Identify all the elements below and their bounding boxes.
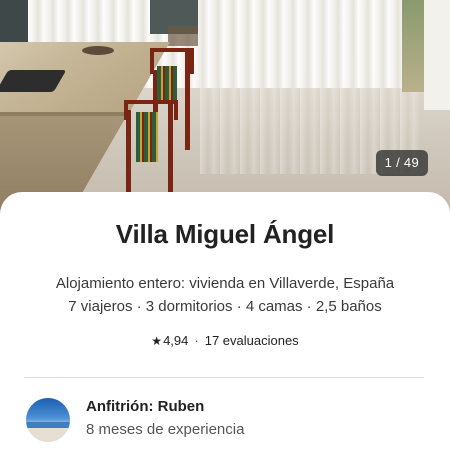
host-name: Anfitrión: Ruben [86, 398, 205, 415]
listing-title: Villa Miguel Ángel [115, 219, 335, 249]
listing-capacity: 7 viajeros · 3 dormitorios · 4 camas · 2… [68, 298, 382, 315]
host-avatar[interactable] [26, 398, 70, 442]
photo-greenery [402, 0, 424, 92]
divider [24, 377, 424, 378]
photo-stool-leg [126, 110, 131, 200]
host-section[interactable]: Anfitrión: Ruben 8 meses de experiencia [24, 396, 424, 446]
listing-details-card: Villa Miguel Ángel Alojamiento entero: v… [0, 192, 450, 450]
photo-wall-right [424, 0, 450, 110]
photo-bowl [82, 46, 114, 55]
rating-separator: · [194, 333, 199, 348]
listing-photo[interactable]: 1 / 49 [0, 0, 450, 220]
star-icon: ★ [151, 334, 163, 348]
photo-dining-table [168, 26, 198, 46]
photo-counter-badge: 1 / 49 [375, 150, 428, 176]
photo-stool-frame [124, 100, 178, 120]
listing-screen: 1 / 49 Villa Miguel Ángel Alojamiento en… [0, 0, 450, 450]
rating-row[interactable]: ★4,94 · 17 evaluaciones [0, 333, 450, 348]
reviews-link[interactable]: 17 evaluaciones [205, 333, 299, 348]
rating-value: 4,94 [163, 333, 189, 348]
listing-type-location: Alojamiento entero: vivienda en Villaver… [55, 275, 395, 292]
host-experience: 8 meses de experiencia [86, 421, 245, 438]
photo-stool-frame [150, 48, 194, 74]
avatar-sand [26, 428, 70, 442]
